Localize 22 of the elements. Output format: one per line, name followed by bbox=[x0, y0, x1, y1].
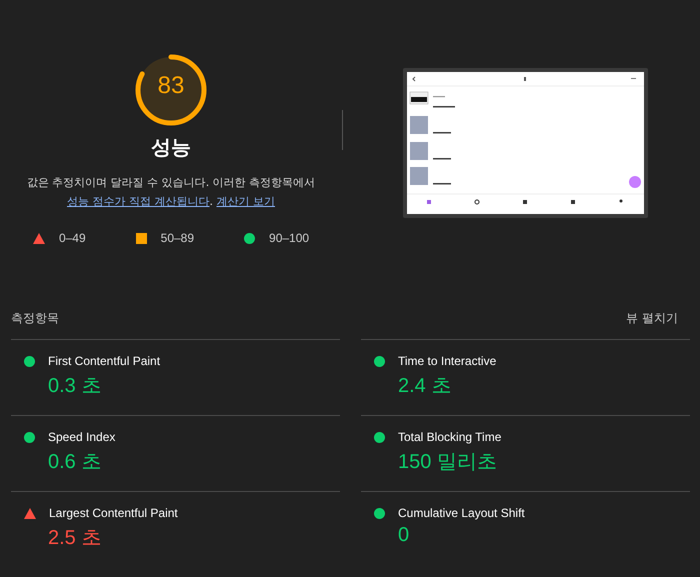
expand-view-link[interactable]: 뷰 펼치기 bbox=[626, 310, 678, 327]
legend-label: 0–49 bbox=[58, 231, 86, 245]
metrics-heading: 측정항목 bbox=[11, 310, 59, 327]
metric-name: Speed Index bbox=[48, 430, 116, 444]
metric-value: 0.3 초 bbox=[48, 374, 102, 399]
description-text: 값은 추정치이며 달라질 수 있습니다. 이러한 측정항목에서 성능 점수가 직접 계산됩니다. 계산기 보기 bbox=[26, 175, 316, 210]
metric-value: 0.6 초 bbox=[48, 450, 102, 475]
metric-name: First Contentful Paint bbox=[48, 354, 160, 368]
score-link[interactable]: 성능 점수가 직접 계산됩니다 bbox=[67, 195, 210, 208]
metric-value: 2.4 초 bbox=[398, 374, 452, 399]
metric-value: 150 밀리초 bbox=[398, 450, 498, 475]
calculator-link[interactable]: 계산기 보기 bbox=[216, 195, 275, 208]
legend-label: 90–100 bbox=[269, 231, 310, 245]
score-value: 83 bbox=[156, 72, 186, 100]
metric-value: 2.5 초 bbox=[48, 526, 102, 551]
metric-value: 0 bbox=[398, 524, 410, 547]
metric-name: Cumulative Layout Shift bbox=[398, 506, 525, 520]
metric-name: Time to Interactive bbox=[398, 354, 496, 368]
category-title: 성능 bbox=[151, 134, 191, 161]
metric-name: Total Blocking Time bbox=[398, 430, 502, 444]
legend-label: 50–89 bbox=[160, 231, 194, 245]
metric-name: Largest Contentful Paint bbox=[49, 506, 178, 520]
